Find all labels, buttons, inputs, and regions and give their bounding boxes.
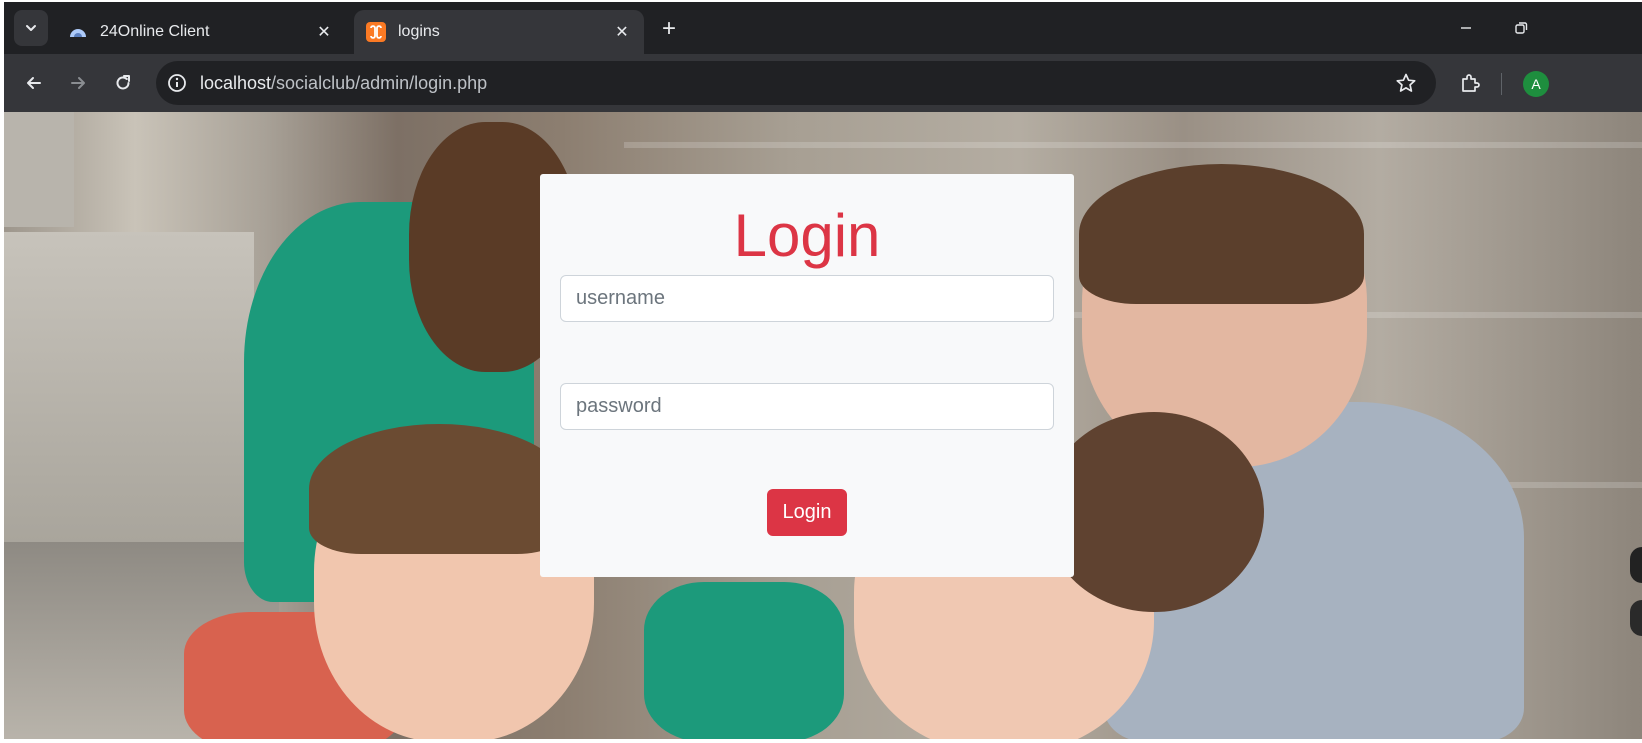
tab-24online-client[interactable]: 24Online Client ✕: [56, 10, 346, 54]
stone-block: [4, 232, 254, 542]
stone-step: [624, 142, 1642, 148]
login-heading: Login: [733, 202, 881, 269]
child-figure: [644, 582, 844, 739]
page-background-photo: Login Login: [4, 112, 1642, 739]
back-arrow-icon[interactable]: [18, 67, 50, 99]
profile-avatar[interactable]: A: [1523, 71, 1549, 97]
xampp-icon: [366, 22, 386, 42]
forward-arrow-icon[interactable]: [62, 67, 94, 99]
minimize-icon[interactable]: [1454, 16, 1478, 40]
floating-side-widget[interactable]: [1630, 600, 1642, 636]
url-host: localhost: [200, 72, 272, 93]
browser-toolbar: localhost/socialclub/admin/login.php A: [4, 54, 1642, 112]
site-info-icon[interactable]: [164, 70, 190, 96]
tab-strip: 24Online Client ✕ logins ✕ +: [4, 2, 1642, 54]
url-text: localhost/socialclub/admin/login.php: [200, 73, 487, 94]
address-bar[interactable]: localhost/socialclub/admin/login.php: [156, 61, 1436, 105]
child-figure: [1044, 412, 1264, 612]
tab-search-button[interactable]: [14, 10, 48, 46]
new-tab-button[interactable]: +: [656, 16, 682, 42]
tab-logins[interactable]: logins ✕: [354, 10, 644, 54]
login-card: Login Login: [540, 174, 1074, 577]
close-tab-icon[interactable]: ✕: [314, 22, 334, 42]
bookmark-star-icon[interactable]: [1394, 71, 1418, 95]
extensions-puzzle-icon[interactable]: [1456, 69, 1484, 97]
cloud-icon: [68, 22, 88, 42]
reload-icon[interactable]: [107, 67, 139, 99]
window-bottom-edge: [0, 739, 1642, 743]
toolbar-divider: [1501, 73, 1502, 95]
floating-side-widget[interactable]: [1630, 547, 1642, 583]
login-button[interactable]: Login: [767, 489, 847, 536]
tab-title: 24Online Client: [100, 23, 210, 40]
child-figure: [309, 424, 569, 554]
password-input[interactable]: [560, 383, 1054, 430]
tab-title: logins: [398, 23, 440, 40]
browser-window: 24Online Client ✕ logins ✕ + localhost/s…: [4, 2, 1642, 739]
username-input[interactable]: [560, 275, 1054, 322]
restore-icon[interactable]: [1509, 16, 1533, 40]
child-figure: [1079, 164, 1364, 304]
url-path: /socialclub/admin/login.php: [271, 72, 488, 93]
close-tab-icon[interactable]: ✕: [612, 22, 632, 42]
stone-block: [4, 112, 74, 227]
chevron-down-icon: [26, 25, 36, 31]
